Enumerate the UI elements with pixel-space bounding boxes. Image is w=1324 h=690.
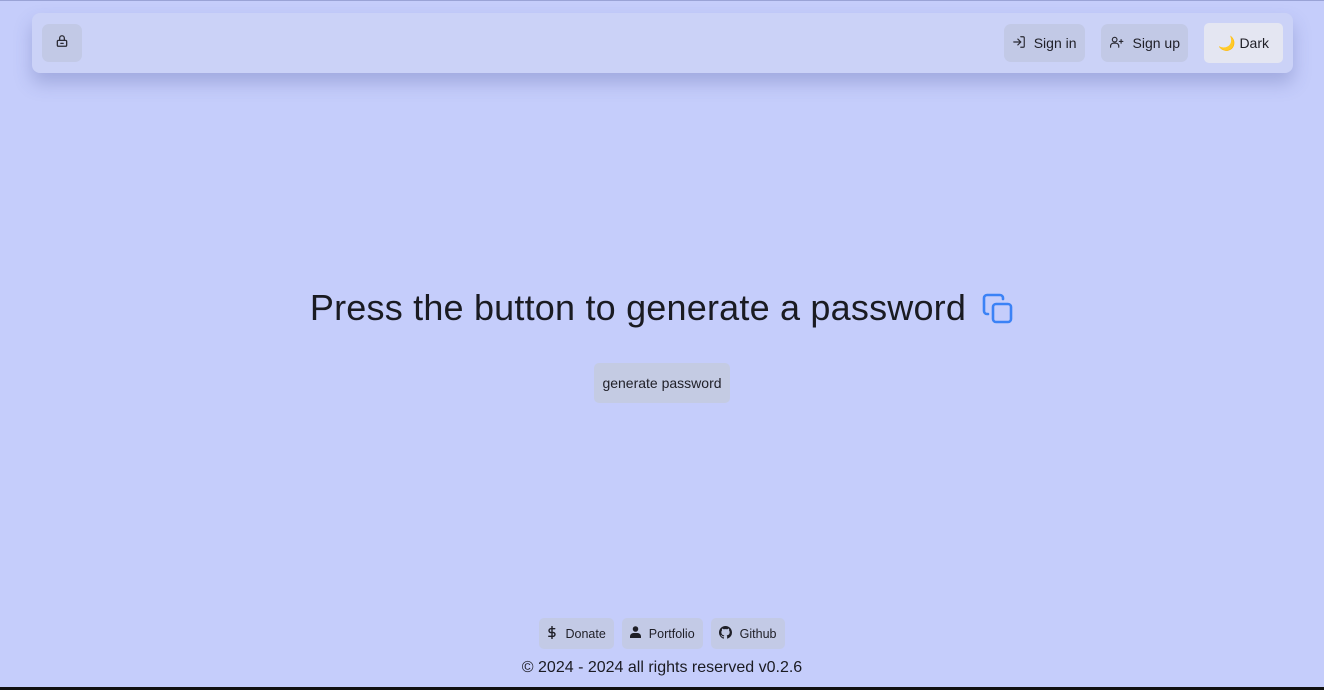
sign-in-label: Sign in (1033, 35, 1077, 51)
generate-password-button[interactable]: generate password (594, 363, 730, 403)
sign-in-icon (1012, 35, 1034, 52)
donate-label: Donate (565, 626, 606, 641)
github-link[interactable]: Github (710, 618, 785, 649)
sign-up-button[interactable]: Sign up (1100, 24, 1188, 62)
theme-label: Dark (1239, 35, 1269, 51)
copyright-text: © 2024 - 2024 all rights reserved v0.2.6 (521, 659, 803, 676)
github-icon (718, 625, 740, 642)
portfolio-label: Portfolio (648, 626, 695, 641)
user-plus-icon (1109, 35, 1133, 52)
headline-row: Press the button to generate a password (0, 287, 1324, 329)
dollar-icon (547, 625, 565, 642)
copy-icon[interactable] (982, 293, 1014, 325)
lock-icon (55, 34, 69, 53)
password-display: Press the button to generate a password (309, 287, 967, 328)
donate-link[interactable]: Donate (539, 618, 614, 649)
github-label: Github (739, 626, 777, 641)
footer-links: Donate Portfolio Github (0, 618, 1324, 649)
moon-icon: 🌙 (1218, 34, 1236, 51)
top-navbar: Sign in Sign up 🌙 Dark (32, 13, 1293, 73)
portfolio-link[interactable]: Portfolio (621, 618, 703, 649)
sign-up-label: Sign up (1132, 35, 1180, 51)
theme-toggle-button[interactable]: 🌙 Dark (1204, 23, 1283, 63)
generate-row: generate password (0, 363, 1324, 403)
sign-in-button[interactable]: Sign in (1003, 24, 1085, 62)
user-icon (629, 626, 649, 641)
home-lock-button[interactable] (42, 24, 82, 62)
